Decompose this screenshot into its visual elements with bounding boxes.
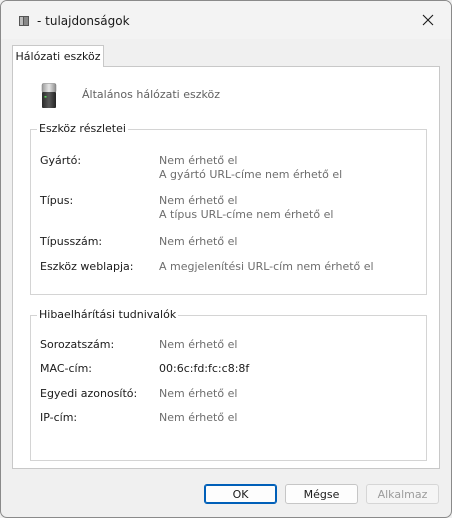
- close-button[interactable]: [405, 1, 451, 39]
- manufacturer-label: Gyártó:: [40, 154, 82, 167]
- tab-panel: Általános hálózati eszköz Eszköz részlet…: [12, 66, 440, 469]
- manufacturer-value: Nem érhető el: [159, 154, 238, 167]
- properties-window: - tulajdonságok Hálózati eszköz Általáno…: [0, 0, 452, 518]
- type-label: Típus:: [40, 194, 74, 207]
- type-value: Nem érhető el: [159, 194, 238, 207]
- mac-value: 00:6c:fd:fc:c8:8f: [159, 362, 250, 375]
- webpage-label: Eszköz weblapja:: [40, 260, 134, 273]
- mac-label: MAC-cím:: [40, 362, 92, 375]
- title-bar[interactable]: - tulajdonságok: [1, 1, 451, 39]
- network-device-icon: [41, 83, 57, 108]
- manufacturer-url: A gyártó URL-címe nem érhető el: [159, 168, 343, 181]
- serial-value: Nem érhető el: [159, 338, 238, 351]
- tab-label: Hálózati eszköz: [15, 50, 101, 63]
- close-icon: [422, 14, 434, 26]
- book-icon: [19, 16, 29, 26]
- ok-button[interactable]: OK: [204, 484, 277, 504]
- unique-id-label: Egyedi azonosító:: [40, 387, 138, 400]
- device-details-group: Eszköz részletei Gyártó: Nem érhető el A…: [30, 122, 427, 295]
- troubleshooting-group: Hibaelhárítási tudnivalók Sorozatszám: N…: [30, 308, 427, 461]
- ip-label: IP-cím:: [40, 411, 78, 424]
- model-number-value: Nem érhető el: [159, 235, 238, 248]
- ip-value: Nem érhető el: [159, 411, 238, 424]
- group-title: Eszköz részletei: [37, 122, 128, 135]
- model-number-label: Típusszám:: [40, 235, 103, 248]
- apply-button[interactable]: Alkalmaz: [366, 484, 439, 504]
- window-title: - tulajdonságok: [37, 14, 130, 28]
- tab-network-device[interactable]: Hálózati eszköz: [12, 45, 104, 67]
- serial-label: Sorozatszám:: [40, 338, 115, 351]
- type-url: A típus URL-címe nem érhető el: [159, 208, 334, 221]
- group-title: Hibaelhárítási tudnivalók: [37, 308, 179, 321]
- webpage-value: A megjelenítési URL-cím nem érhető el: [159, 260, 374, 273]
- unique-id-value: Nem érhető el: [159, 387, 238, 400]
- device-name: Általános hálózati eszköz: [82, 88, 220, 101]
- cancel-button[interactable]: Mégse: [285, 484, 358, 504]
